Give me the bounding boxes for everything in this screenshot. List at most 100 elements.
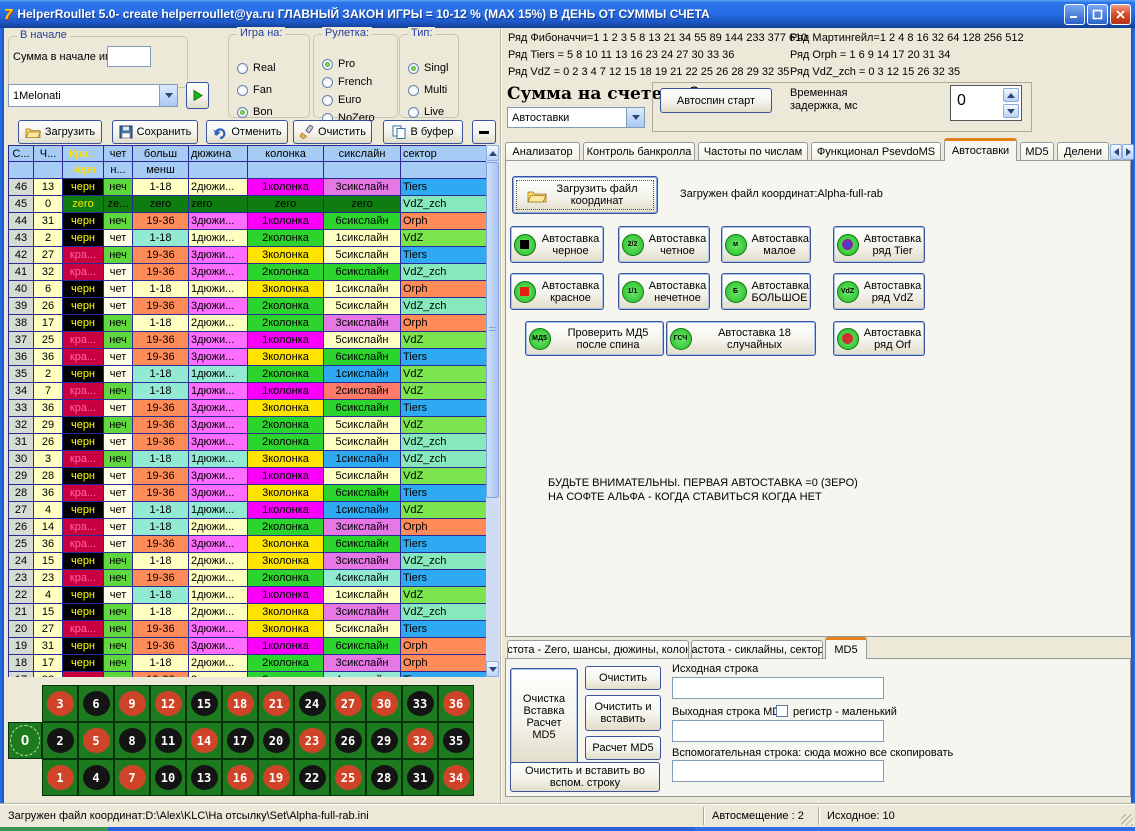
board-number-13[interactable]: 13 bbox=[186, 759, 222, 796]
md5-calc-button[interactable]: Расчет MD5 bbox=[585, 736, 661, 760]
table-row-29[interactable]: 2928чернчет19-363дюжи...1колонка5сикслай… bbox=[9, 468, 487, 485]
table-row-31[interactable]: 3126чернчет19-363дюжи...2колонка5сикслай… bbox=[9, 434, 487, 451]
scrollbar-thumb[interactable] bbox=[486, 162, 499, 498]
clear-button[interactable]: Очистить bbox=[293, 120, 372, 144]
table-row-39[interactable]: 3926чернчет19-363дюжи...2колонка5сикслай… bbox=[9, 298, 487, 315]
autobet-18-random-button[interactable]: ГСЧАвтоставка 18 случайных bbox=[666, 321, 816, 356]
table-row-23[interactable]: 2323кра...неч19-362дюжи...2колонка4сиксл… bbox=[9, 570, 487, 587]
board-number-21[interactable]: 21 bbox=[258, 685, 294, 722]
spin-up-button[interactable] bbox=[1003, 88, 1019, 102]
board-number-34[interactable]: 34 bbox=[438, 759, 474, 796]
tab-автоставки[interactable]: Автоставки bbox=[944, 138, 1017, 161]
board-number-14[interactable]: 14 bbox=[186, 722, 222, 759]
freq-tab-0[interactable]: Частота - Zero, шансы, дюжины, колонки bbox=[507, 640, 689, 659]
undo-button[interactable]: Отменить bbox=[206, 120, 288, 144]
table-row-19[interactable]: 1931черннеч19-363дюжи...1колонка6сикслай… bbox=[9, 638, 487, 655]
copy-buffer-button[interactable]: В буфер bbox=[383, 120, 463, 144]
table-row-37[interactable]: 3725кра...неч19-363дюжи...1колонка5сиксл… bbox=[9, 332, 487, 349]
board-number-6[interactable]: 6 bbox=[78, 685, 114, 722]
check-md5-after-spin-button[interactable]: МД5Проверить МД5 после спина bbox=[525, 321, 664, 356]
table-row-33[interactable]: 3336кра...чет19-363дюжи...3колонка6сиксл… bbox=[9, 400, 487, 417]
board-number-16[interactable]: 16 bbox=[222, 759, 258, 796]
md5-output-input[interactable] bbox=[672, 720, 884, 742]
board-number-19[interactable]: 19 bbox=[258, 759, 294, 796]
start-sum-input[interactable] bbox=[107, 46, 151, 67]
board-number-8[interactable]: 8 bbox=[114, 722, 150, 759]
table-scrollbar[interactable] bbox=[486, 145, 499, 677]
board-number-9[interactable]: 9 bbox=[114, 685, 150, 722]
board-number-20[interactable]: 20 bbox=[258, 722, 294, 759]
radio-fan[interactable]: Fan bbox=[237, 83, 272, 97]
board-number-10[interactable]: 10 bbox=[150, 759, 186, 796]
board-number-32[interactable]: 32 bbox=[402, 722, 438, 759]
board-number-30[interactable]: 30 bbox=[366, 685, 402, 722]
board-number-26[interactable]: 26 bbox=[330, 722, 366, 759]
board-number-1[interactable]: 1 bbox=[42, 759, 78, 796]
board-number-18[interactable]: 18 bbox=[222, 685, 258, 722]
tab-частоты-по-числам[interactable]: Частоты по числам bbox=[698, 142, 808, 161]
close-button[interactable] bbox=[1110, 4, 1131, 25]
board-number-15[interactable]: 15 bbox=[186, 685, 222, 722]
autobet-black-button[interactable]: Автоставка черное bbox=[510, 226, 604, 263]
table-row-44[interactable]: 4431черннеч19-363дюжи...1колонка6сикслай… bbox=[9, 213, 487, 230]
table-row-43[interactable]: 432чернчет1-181дюжи...2колонка1сикслайнV… bbox=[9, 230, 487, 247]
tab-анализатор[interactable]: Анализатор bbox=[505, 142, 580, 161]
preset-combo[interactable]: 1Melonati bbox=[8, 84, 178, 107]
table-row-32[interactable]: 3229черннеч19-363дюжи...2колонка5сикслай… bbox=[9, 417, 487, 434]
tab-scroll-right-button[interactable] bbox=[1122, 144, 1134, 160]
chevron-down-icon[interactable] bbox=[626, 108, 644, 127]
md5-clear-button[interactable]: Очистить bbox=[585, 666, 661, 690]
table-row-35[interactable]: 352чернчет1-181дюжи...2колонка1сикслайнV… bbox=[9, 366, 487, 383]
tab-делени[interactable]: Делени bbox=[1057, 142, 1109, 161]
run-preset-button[interactable] bbox=[186, 82, 209, 109]
board-number-11[interactable]: 11 bbox=[150, 722, 186, 759]
table-row-20[interactable]: 2027кра...неч19-363дюжи...3колонка5сиксл… bbox=[9, 621, 487, 638]
autobet-vdz-row-button[interactable]: VdZАвтоставка ряд VdZ bbox=[833, 273, 925, 310]
board-number-25[interactable]: 25 bbox=[330, 759, 366, 796]
table-row-41[interactable]: 4132кра...чет19-363дюжи...2колонка6сиксл… bbox=[9, 264, 487, 281]
resize-grip[interactable] bbox=[1121, 814, 1133, 826]
board-number-12[interactable]: 12 bbox=[150, 685, 186, 722]
autobet-odd-button[interactable]: 1/1Автоставка нечетное bbox=[618, 273, 710, 310]
board-number-4[interactable]: 4 bbox=[78, 759, 114, 796]
mode-combo[interactable]: Автоставки bbox=[507, 107, 645, 128]
table-row-25[interactable]: 2536кра...чет19-363дюжи...3колонка6сиксл… bbox=[9, 536, 487, 553]
board-number-0[interactable]: 0 bbox=[8, 722, 42, 759]
md5-clear-paste-aux-button[interactable]: Очистить и вставить во вспом. строку bbox=[510, 762, 660, 792]
radio-bon[interactable]: Bon bbox=[237, 105, 273, 119]
autobet-even-button[interactable]: 2/2Автоставка четное bbox=[618, 226, 710, 263]
table-row-36[interactable]: 3636кра...чет19-363дюжи...3колонка6сиксл… bbox=[9, 349, 487, 366]
chevron-down-icon[interactable] bbox=[159, 85, 177, 106]
radio-pro[interactable]: Pro bbox=[322, 57, 355, 71]
radio-live[interactable]: Live bbox=[408, 105, 444, 119]
tab-контроль-банкролла[interactable]: Контроль банкролла bbox=[583, 142, 695, 161]
board-number-22[interactable]: 22 bbox=[294, 759, 330, 796]
radio-real[interactable]: Real bbox=[237, 61, 276, 75]
load-button[interactable]: Загрузить bbox=[18, 120, 102, 144]
table-row-46[interactable]: 4613черннеч1-182дюжи...1колонка3сикслайн… bbox=[9, 179, 487, 196]
table-row-38[interactable]: 3817черннеч1-182дюжи...2колонка3сикслайн… bbox=[9, 315, 487, 332]
table-row-17[interactable]: 1723кра...неч19-362дюжи...2колонка4сиксл… bbox=[9, 672, 487, 677]
board-number-35[interactable]: 35 bbox=[438, 722, 474, 759]
autobet-red-button[interactable]: Автоставка красное bbox=[510, 273, 604, 310]
autobet-small-button[interactable]: мАвтоставка малое bbox=[721, 226, 811, 263]
lowercase-checkbox[interactable] bbox=[776, 705, 788, 717]
radio-french[interactable]: French bbox=[322, 75, 372, 89]
table-row-42[interactable]: 4227кра...неч19-363дюжи...3колонка5сиксл… bbox=[9, 247, 487, 264]
radio-singl[interactable]: Singl bbox=[408, 61, 448, 75]
source-string-input[interactable] bbox=[672, 677, 884, 699]
radio-multi[interactable]: Multi bbox=[408, 83, 447, 97]
collapse-button[interactable] bbox=[472, 120, 496, 144]
table-row-26[interactable]: 2614кра...чет1-182дюжи...2колонка3сиксла… bbox=[9, 519, 487, 536]
maximize-button[interactable] bbox=[1087, 4, 1108, 25]
delay-spinner[interactable]: 0 bbox=[950, 85, 1022, 121]
minimize-button[interactable] bbox=[1064, 4, 1085, 25]
table-row-18[interactable]: 1817черннеч1-182дюжи...2колонка3сикслайн… bbox=[9, 655, 487, 672]
freq-tab-2[interactable]: MD5 bbox=[825, 637, 867, 659]
board-number-2[interactable]: 2 bbox=[42, 722, 78, 759]
radio-euro[interactable]: Euro bbox=[322, 93, 361, 107]
board-number-23[interactable]: 23 bbox=[294, 722, 330, 759]
save-button[interactable]: Сохранить bbox=[112, 120, 198, 144]
autobet-big-button[interactable]: БАвтоставка БОЛЬШОЕ bbox=[721, 273, 811, 310]
board-number-5[interactable]: 5 bbox=[78, 722, 114, 759]
